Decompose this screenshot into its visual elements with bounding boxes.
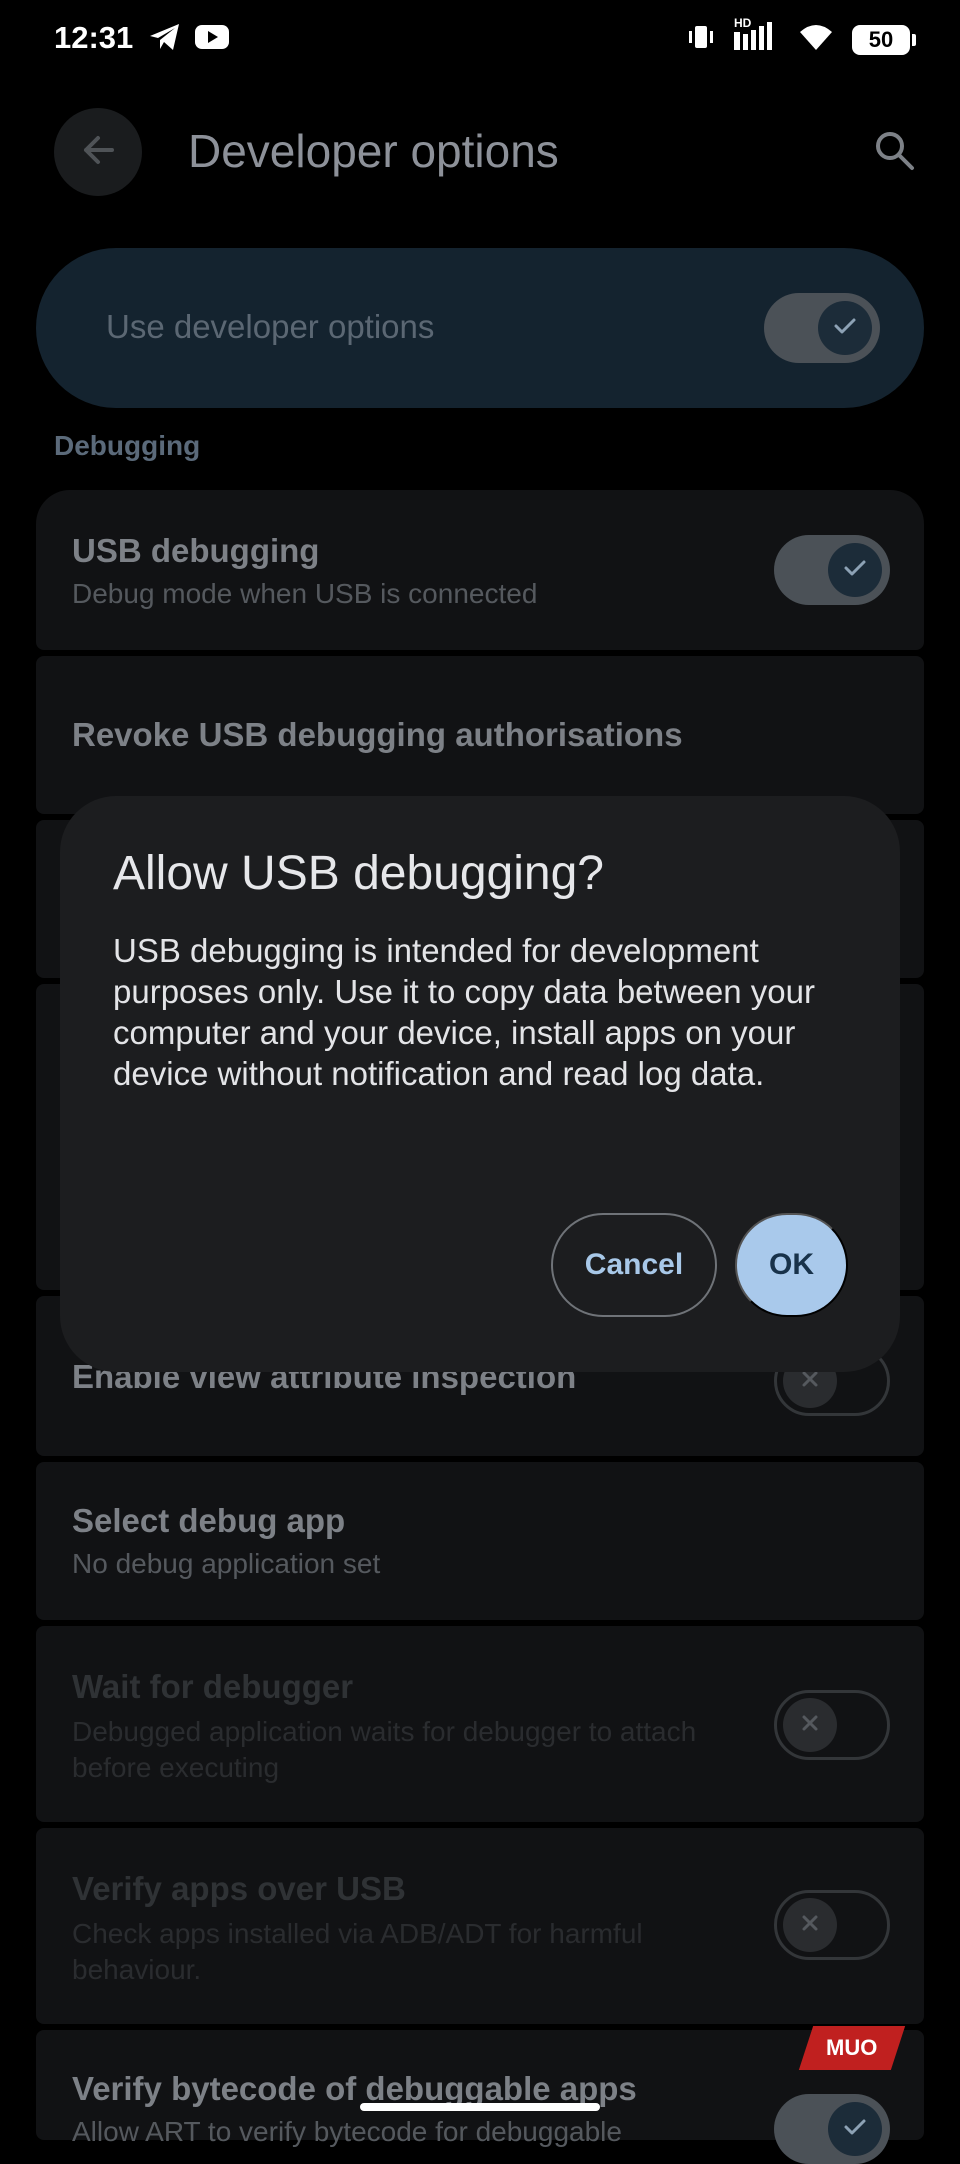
network-type-label: HD — [734, 16, 752, 30]
cancel-button[interactable]: Cancel — [551, 1213, 717, 1317]
status-bar: 12:31 HD 50 — [0, 0, 960, 82]
use-developer-options-row[interactable]: Use developer options — [36, 248, 924, 408]
verify-apps-over-usb-switch[interactable] — [774, 1890, 890, 1960]
dialog-body: USB debugging is intended for developmen… — [113, 932, 815, 1092]
wait-for-debugger-title: Wait for debugger — [72, 1668, 354, 1705]
check-icon — [840, 2112, 870, 2147]
check-icon — [840, 553, 870, 588]
ok-button[interactable]: OK — [735, 1213, 848, 1317]
screen: 12:31 HD 50 Developer options Use develo… — [0, 0, 960, 2164]
verify-apps-over-usb-row[interactable]: Verify apps over USB Check apps installe… — [36, 1828, 924, 2024]
wait-for-debugger-row[interactable]: Wait for debugger Debugged application w… — [36, 1626, 924, 1822]
status-time: 12:31 — [54, 20, 134, 55]
section-header-debugging: Debugging — [54, 430, 201, 461]
signal-icon: HD — [734, 16, 780, 57]
verify-bytecode-switch[interactable] — [774, 2094, 890, 2164]
switch-knob — [783, 1698, 837, 1752]
page-title: Developer options — [188, 125, 559, 177]
dialog-title: Allow USB debugging? — [113, 847, 604, 900]
wait-for-debugger-subtitle: Debugged application waits for debugger … — [72, 1716, 697, 1783]
usb-debugging-dialog: Allow USB debugging? USB debugging is in… — [60, 796, 900, 1372]
wait-for-debugger-switch[interactable] — [774, 1690, 890, 1760]
check-icon — [830, 311, 860, 346]
switch-knob — [828, 543, 882, 597]
arrow-left-icon — [78, 130, 118, 175]
revoke-usb-authorisations-row[interactable]: Revoke USB debugging authorisations — [36, 656, 924, 814]
back-button[interactable] — [54, 108, 142, 196]
select-debug-app-subtitle: No debug application set — [72, 1548, 381, 1579]
watermark-text: MUO — [826, 2035, 878, 2060]
switch-knob — [818, 301, 872, 355]
status-right-icons: HD 50 — [686, 16, 916, 57]
verify-apps-over-usb-subtitle: Check apps installed via ADB/ADT for har… — [72, 1918, 643, 1985]
search-icon — [872, 128, 916, 177]
usb-debugging-row[interactable]: USB debugging Debug mode when USB is con… — [36, 490, 924, 650]
muo-watermark-logo: MUO — [798, 2026, 906, 2070]
youtube-icon — [194, 23, 230, 56]
revoke-usb-authorisations-title: Revoke USB debugging authorisations — [72, 716, 683, 753]
status-left-icons — [148, 22, 230, 57]
close-icon — [796, 1909, 824, 1942]
verify-apps-over-usb-title: Verify apps over USB — [72, 1870, 406, 1907]
gesture-nav-handle[interactable] — [360, 2103, 600, 2111]
app-bar: Developer options — [0, 100, 960, 210]
switch-knob — [828, 2102, 882, 2156]
verify-bytecode-subtitle: Allow ART to verify bytecode for debugga… — [72, 2116, 622, 2147]
battery-icon: 50 — [852, 24, 916, 55]
select-debug-app-title: Select debug app — [72, 1502, 346, 1539]
use-developer-options-label: Use developer options — [106, 308, 435, 345]
telegram-icon — [148, 22, 182, 57]
usb-debugging-switch[interactable] — [774, 535, 890, 605]
verify-bytecode-row[interactable]: Verify bytecode of debuggable apps Allow… — [36, 2030, 924, 2164]
select-debug-app-row[interactable]: Select debug app No debug application se… — [36, 1462, 924, 1620]
vibrate-icon — [686, 22, 716, 57]
close-icon — [796, 1709, 824, 1742]
use-developer-options-switch[interactable] — [764, 293, 880, 363]
search-button[interactable] — [864, 122, 924, 182]
usb-debugging-title: USB debugging — [72, 532, 320, 569]
usb-debugging-subtitle: Debug mode when USB is connected — [72, 578, 538, 609]
wifi-icon — [798, 22, 834, 57]
switch-knob — [783, 1898, 837, 1952]
